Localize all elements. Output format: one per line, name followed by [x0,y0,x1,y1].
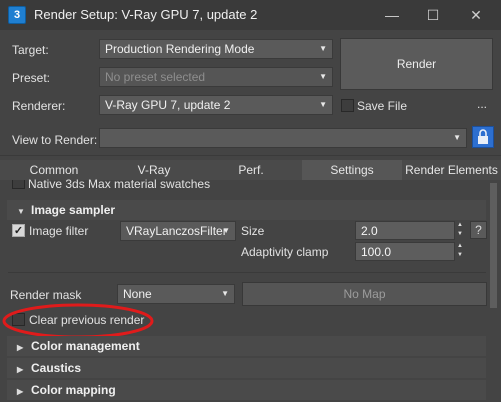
adaptivity-clamp-label: Adaptivity clamp [241,245,329,259]
tab-settings[interactable]: Settings [302,160,402,180]
preset-label: Preset: [12,71,51,85]
maximize-button[interactable]: ☐ [423,5,443,25]
image-filter-label: Image filter [29,224,89,238]
target-dropdown[interactable]: Production Rendering Mode ▼ [99,39,333,59]
color-mapping-title: Color mapping [31,383,116,397]
chevron-down-icon: ▼ [319,100,327,109]
render-button[interactable]: Render [340,38,493,90]
expanded-triangle-icon: ▼ [17,207,25,216]
tab-render-elements[interactable]: Render Elements [402,160,501,180]
target-value: Production Rendering Mode [105,42,255,56]
image-filter-dropdown[interactable]: VRayLanczosFilter ▼ [120,221,236,241]
view-to-render-label: View to Render: [12,133,98,147]
preset-placeholder: No preset selected [105,70,206,84]
target-label: Target: [12,43,49,57]
color-management-rollout-header[interactable]: ▶ Color management [7,336,486,356]
lock-icon [478,129,488,144]
lock-view-button[interactable] [472,126,494,148]
save-file-browse-button[interactable]: ... [477,97,487,111]
color-management-title: Color management [31,339,140,353]
adaptivity-clamp-input[interactable]: 100.0 [355,242,455,261]
preset-dropdown[interactable]: No preset selected ▼ [99,67,333,87]
chevron-down-icon: ▼ [221,289,229,298]
close-button[interactable]: ✕ [466,5,486,25]
3dsmax-app-icon: 3 [8,6,26,24]
image-filter-checkbox[interactable]: ✓ [12,224,25,237]
collapsed-triangle-icon: ▶ [17,343,24,352]
collapsed-triangle-icon: ▶ [17,365,24,374]
no-map-button[interactable]: No Map [242,282,487,306]
chevron-down-icon: ▼ [319,44,327,53]
native-swatches-checkbox[interactable] [12,180,25,189]
size-spinner[interactable]: ▲ ▼ [456,221,464,240]
save-file-label: Save File [357,99,408,113]
tab-vray[interactable]: V-Ray [108,160,200,180]
renderer-label: Renderer: [12,99,66,113]
caustics-title: Caustics [31,361,82,375]
image-sampler-rollout-header[interactable]: ▼ Image sampler [7,200,486,220]
image-filter-value: VRayLanczosFilter [126,224,227,238]
render-mask-value: None [123,287,152,301]
header-divider [0,155,501,156]
chevron-down-icon: ▼ [453,133,461,142]
window-title: Render Setup: V-Ray GPU 7, update 2 [34,7,258,22]
collapsed-triangle-icon: ▶ [17,387,24,396]
panel-scrollbar-thumb[interactable] [490,183,497,308]
renderer-dropdown[interactable]: V-Ray GPU 7, update 2 ▼ [99,95,333,115]
minimize-button[interactable]: — [382,5,402,25]
chevron-down-icon: ▼ [222,226,230,235]
color-mapping-rollout-header[interactable]: ▶ Color mapping [7,380,486,400]
chevron-down-icon: ▼ [319,72,327,81]
size-label: Size [241,224,265,238]
native-swatches-label: Native 3ds Max material swatches [28,178,211,190]
render-mask-divider [8,272,486,273]
save-file-checkbox[interactable] [341,99,354,112]
adaptivity-clamp-spinner[interactable]: ▲ ▼ [456,242,464,261]
view-to-render-dropdown[interactable]: ▼ [99,128,467,148]
tab-perf[interactable]: Perf. [200,160,302,180]
caustics-rollout-header[interactable]: ▶ Caustics [7,358,486,378]
image-sampler-title: Image sampler [31,203,116,217]
size-input[interactable]: 2.0 [355,221,455,240]
tab-common[interactable]: Common [0,160,108,180]
help-button[interactable]: ? [470,221,487,239]
renderer-value: V-Ray GPU 7, update 2 [105,98,231,112]
